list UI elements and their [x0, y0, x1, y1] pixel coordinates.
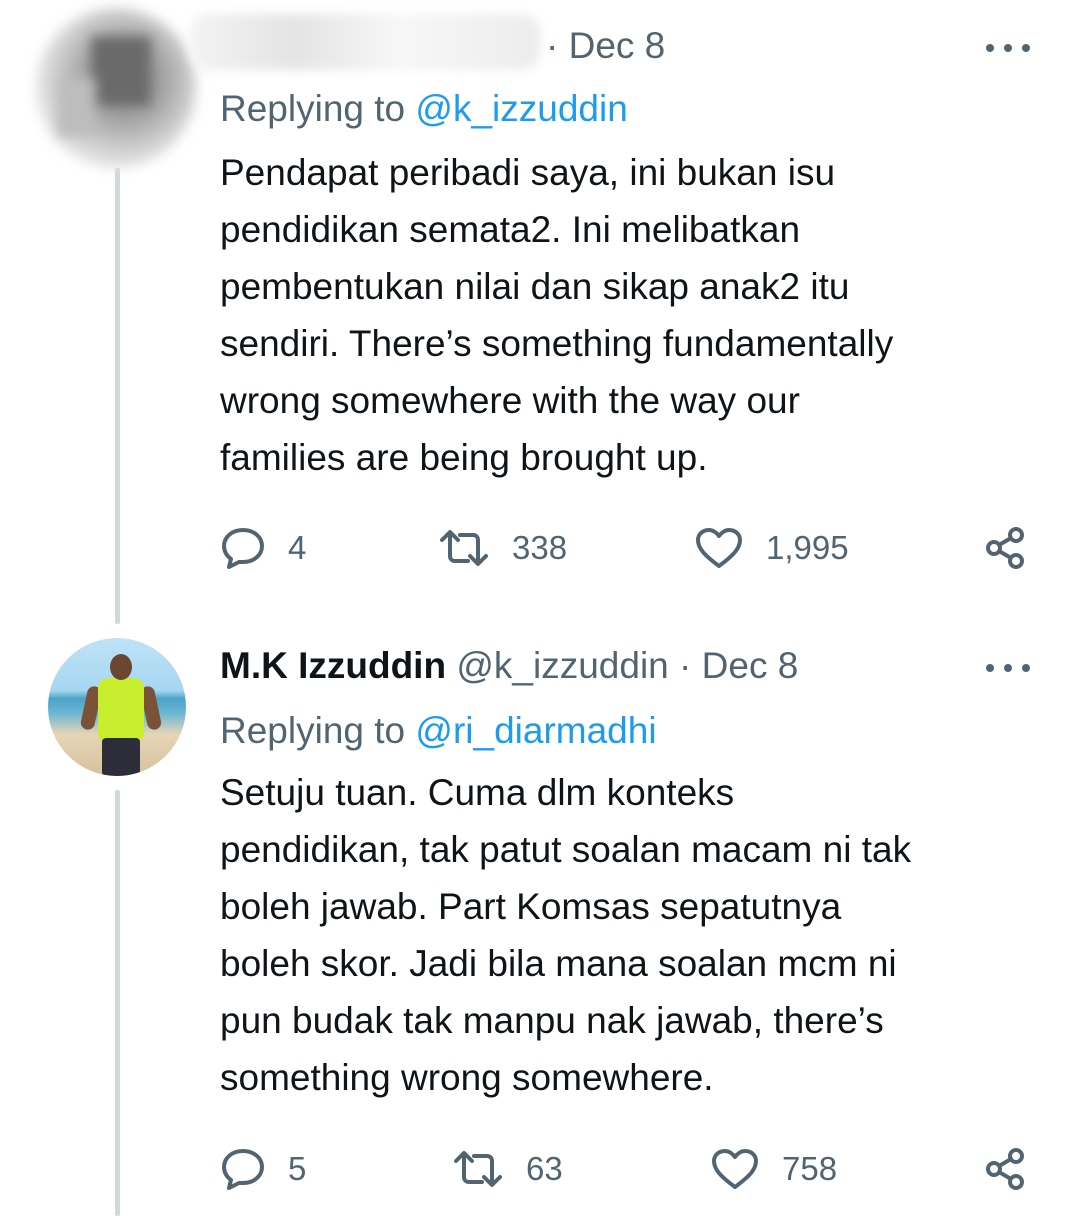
tweet-header: M.K Izzuddin @k_izzuddin · Dec 8	[220, 644, 798, 688]
text-line: something wrong somewhere.	[220, 1057, 714, 1098]
reply-icon	[222, 1149, 264, 1190]
retweet-count: 338	[512, 529, 568, 566]
reply-button[interactable]: 4	[220, 523, 306, 573]
share-icon	[986, 527, 1024, 569]
tweet-date[interactable]: Dec 8	[569, 25, 666, 66]
mention-link[interactable]: @k_izzuddin	[415, 88, 627, 129]
text-line: pun budak tak manpu nak jawab, there’s	[220, 1000, 884, 1041]
avatar-blurred[interactable]	[36, 8, 196, 168]
text-line: wrong somewhere with the way our	[220, 380, 800, 421]
user-handle[interactable]: @k_izzuddin	[456, 645, 668, 686]
like-button[interactable]: 1,995	[694, 523, 849, 573]
like-button[interactable]: 758	[710, 1144, 837, 1194]
heart-icon	[696, 528, 742, 568]
tweet-text: Setuju tuan. Cuma dlm konteks pendidikan…	[220, 764, 1030, 1106]
text-line: Setuju tuan. Cuma dlm konteks	[220, 772, 735, 813]
replying-to: Replying to @ri_diarmadhi	[220, 709, 657, 753]
reply-icon	[222, 528, 264, 569]
text-line: sendiri. There’s something fundamentally	[220, 323, 894, 364]
reply-button[interactable]: 5	[220, 1144, 306, 1194]
retweet-count: 63	[526, 1150, 563, 1187]
like-count: 1,995	[766, 529, 849, 566]
separator-dot: ·	[546, 25, 559, 66]
heart-icon	[712, 1149, 758, 1189]
replying-label: Replying to	[220, 710, 406, 751]
text-line: pendidikan, tak patut soalan macam ni ta…	[220, 829, 912, 870]
separator-dot: ·	[679, 645, 692, 686]
text-line: boleh skor. Jadi bila mana soalan mcm ni	[220, 943, 897, 984]
avatar[interactable]	[48, 638, 186, 776]
retweet-button[interactable]: 63	[452, 1144, 563, 1194]
text-line: pendidikan semata2. Ini melibatkan	[220, 209, 801, 250]
share-icon	[986, 1148, 1024, 1190]
like-count: 758	[782, 1150, 838, 1187]
tweet-date[interactable]: Dec 8	[702, 645, 799, 686]
more-horizontal-icon[interactable]	[986, 662, 1030, 674]
action-bar: 5 63 758	[220, 1144, 1030, 1194]
reply-count: 5	[288, 1150, 307, 1187]
text-line: families are being brought up.	[220, 437, 708, 478]
mention-link[interactable]: @ri_diarmadhi	[415, 710, 656, 751]
share-button[interactable]	[984, 1144, 1026, 1194]
redacted-name	[190, 14, 540, 70]
text-line: boleh jawab. Part Komsas sepatutnya	[220, 886, 842, 927]
retweet-icon	[440, 530, 488, 566]
text-line: pembentukan nilai dan sikap anak2 itu	[220, 266, 850, 307]
more-horizontal-icon[interactable]	[986, 42, 1030, 54]
retweet-button[interactable]: 338	[438, 523, 567, 573]
share-button[interactable]	[984, 523, 1026, 573]
tweet-2[interactable]: M.K Izzuddin @k_izzuddin · Dec 8 Replyin…	[0, 620, 1080, 1216]
replying-label: Replying to	[220, 88, 406, 129]
display-name[interactable]: M.K Izzuddin	[220, 645, 446, 686]
action-bar: 4 338 1,995	[220, 523, 1030, 573]
replying-to: Replying to @k_izzuddin	[220, 87, 628, 131]
tweet-text: Pendapat peribadi saya, ini bukan isu pe…	[220, 144, 1030, 486]
text-line: Pendapat peribadi saya, ini bukan isu	[220, 152, 836, 193]
tweet-1[interactable]: · Dec 8 Replying to @k_izzuddin Pendapat…	[0, 0, 1080, 600]
reply-count: 4	[288, 529, 307, 566]
tweet-header: · Dec 8	[546, 24, 665, 68]
retweet-icon	[454, 1151, 502, 1187]
